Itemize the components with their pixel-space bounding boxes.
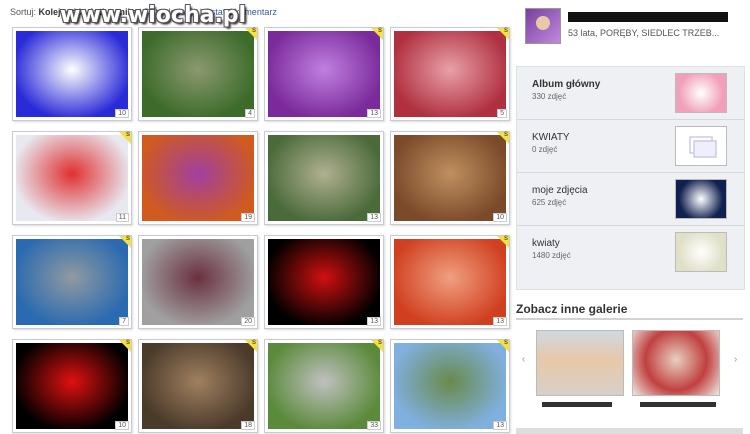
photo-thumbnail[interactable] — [394, 31, 506, 117]
gallery-thumbnail[interactable] — [632, 330, 720, 396]
album-thumbnail[interactable] — [675, 179, 727, 219]
photo-tile[interactable]: S 13 — [264, 27, 384, 121]
badge-letter: S — [125, 340, 130, 346]
album-count: 625 zdjęć — [532, 198, 567, 207]
photo-thumbnail[interactable] — [142, 343, 254, 429]
comment-count: 13 — [367, 109, 381, 118]
badge-letter: S — [251, 340, 256, 346]
badge-letter: S — [503, 340, 508, 346]
album-item[interactable]: Album główny 330 zdjęć — [517, 67, 744, 120]
photo-tile[interactable]: S 10 — [390, 131, 510, 225]
comment-count: 19 — [241, 213, 255, 222]
album-count: 0 zdjęć — [532, 145, 558, 154]
avatar[interactable] — [525, 8, 561, 44]
album-item[interactable]: kwiaty 1480 zdjęć — [517, 226, 744, 278]
badge-letter: S — [125, 132, 130, 138]
profile-info: 53 lata, PORĘBY, SIEDLEC TRZEB... — [568, 28, 720, 38]
sort-label: Sortuj: — [10, 7, 37, 17]
photo-thumbnail[interactable] — [142, 239, 254, 325]
comment-count: 11 — [115, 213, 129, 222]
comment-count: 10 — [115, 109, 129, 118]
album-item[interactable]: moje zdjęcia 625 zdjęć — [517, 173, 744, 226]
empty-photo-icon — [689, 136, 717, 158]
photo-thumbnail[interactable] — [16, 343, 128, 429]
photo-thumbnail[interactable] — [268, 239, 380, 325]
album-thumbnail-empty[interactable] — [675, 126, 727, 166]
comment-count: 13 — [493, 421, 507, 430]
photo-tile[interactable]: S 13 — [390, 235, 510, 329]
album-list: Album główny 330 zdjęć KWIATY 0 zdjęć mo… — [516, 66, 745, 290]
watermark-logo: www.wiocha.pl — [60, 3, 247, 28]
photo-tile[interactable]: S 11 — [12, 131, 132, 225]
bottom-bar — [516, 428, 743, 434]
badge-letter: S — [251, 28, 256, 34]
photo-thumbnail[interactable] — [394, 239, 506, 325]
album-item[interactable]: KWIATY 0 zdjęć — [517, 120, 744, 173]
photo-tile[interactable]: 20 — [138, 235, 258, 329]
comment-count: 20 — [241, 317, 255, 326]
photo-thumbnail[interactable] — [268, 135, 380, 221]
photo-thumbnail[interactable] — [394, 343, 506, 429]
photo-thumbnail[interactable] — [142, 135, 254, 221]
other-galleries-carousel: ‹ › — [516, 322, 743, 412]
photo-thumbnail[interactable] — [268, 31, 380, 117]
photo-tile[interactable]: 13 — [264, 235, 384, 329]
comment-count: 13 — [367, 317, 381, 326]
comment-count: 10 — [115, 421, 129, 430]
divider — [516, 318, 743, 320]
comment-count: 33 — [367, 421, 381, 430]
photo-tile[interactable]: S 18 — [138, 339, 258, 433]
badge-letter: S — [503, 132, 508, 138]
album-title[interactable]: kwiaty — [532, 238, 560, 249]
gallery-thumbnail[interactable] — [536, 330, 624, 396]
photo-thumbnail[interactable] — [16, 31, 128, 117]
photo-tile[interactable]: 19 — [138, 131, 258, 225]
photo-tile[interactable]: S7 — [12, 235, 132, 329]
photo-tile[interactable]: 10 — [12, 27, 132, 121]
photo-tile[interactable]: S 33 — [264, 339, 384, 433]
badge-letter: S — [377, 340, 382, 346]
album-title[interactable]: Album główny — [532, 79, 600, 90]
photo-thumbnail[interactable] — [16, 239, 128, 325]
gallery-owner-redacted[interactable] — [640, 402, 716, 407]
photo-thumbnail[interactable] — [394, 135, 506, 221]
album-title[interactable]: moje zdjęcia — [532, 185, 588, 196]
comment-count: 13 — [493, 317, 507, 326]
comment-count: 4 — [245, 109, 255, 118]
photo-tile[interactable]: S4 — [138, 27, 258, 121]
profile-avatar[interactable] — [525, 8, 561, 44]
photo-thumbnail[interactable] — [268, 343, 380, 429]
album-thumbnail[interactable] — [675, 73, 727, 113]
album-thumbnail[interactable] — [675, 232, 727, 272]
badge-letter: S — [377, 28, 382, 34]
comment-count: 13 — [367, 213, 381, 222]
album-count: 1480 zdjęć — [532, 251, 571, 260]
comment-count: 18 — [241, 421, 255, 430]
photo-tile[interactable]: S 13 — [390, 339, 510, 433]
photo-tile[interactable]: S 10 — [12, 339, 132, 433]
next-arrow-icon[interactable]: › — [734, 354, 737, 365]
prev-arrow-icon[interactable]: ‹ — [522, 354, 525, 365]
photo-tile[interactable]: 13 — [264, 131, 384, 225]
photo-thumbnail[interactable] — [16, 135, 128, 221]
comment-count: 7 — [119, 317, 129, 326]
album-count: 330 zdjęć — [532, 92, 567, 101]
gallery-owner-redacted[interactable] — [542, 402, 612, 407]
comment-count: 5 — [497, 109, 507, 118]
badge-letter: S — [125, 236, 130, 242]
badge-letter: S — [503, 236, 508, 242]
other-galleries-title: Zobacz inne galerie — [516, 302, 628, 316]
album-title[interactable]: KWIATY — [532, 132, 570, 143]
comment-count: 10 — [493, 213, 507, 222]
badge-letter: S — [503, 28, 508, 34]
photo-thumbnail[interactable] — [142, 31, 254, 117]
photo-tile[interactable]: S5 — [390, 27, 510, 121]
profile-name-redacted[interactable] — [568, 12, 728, 22]
